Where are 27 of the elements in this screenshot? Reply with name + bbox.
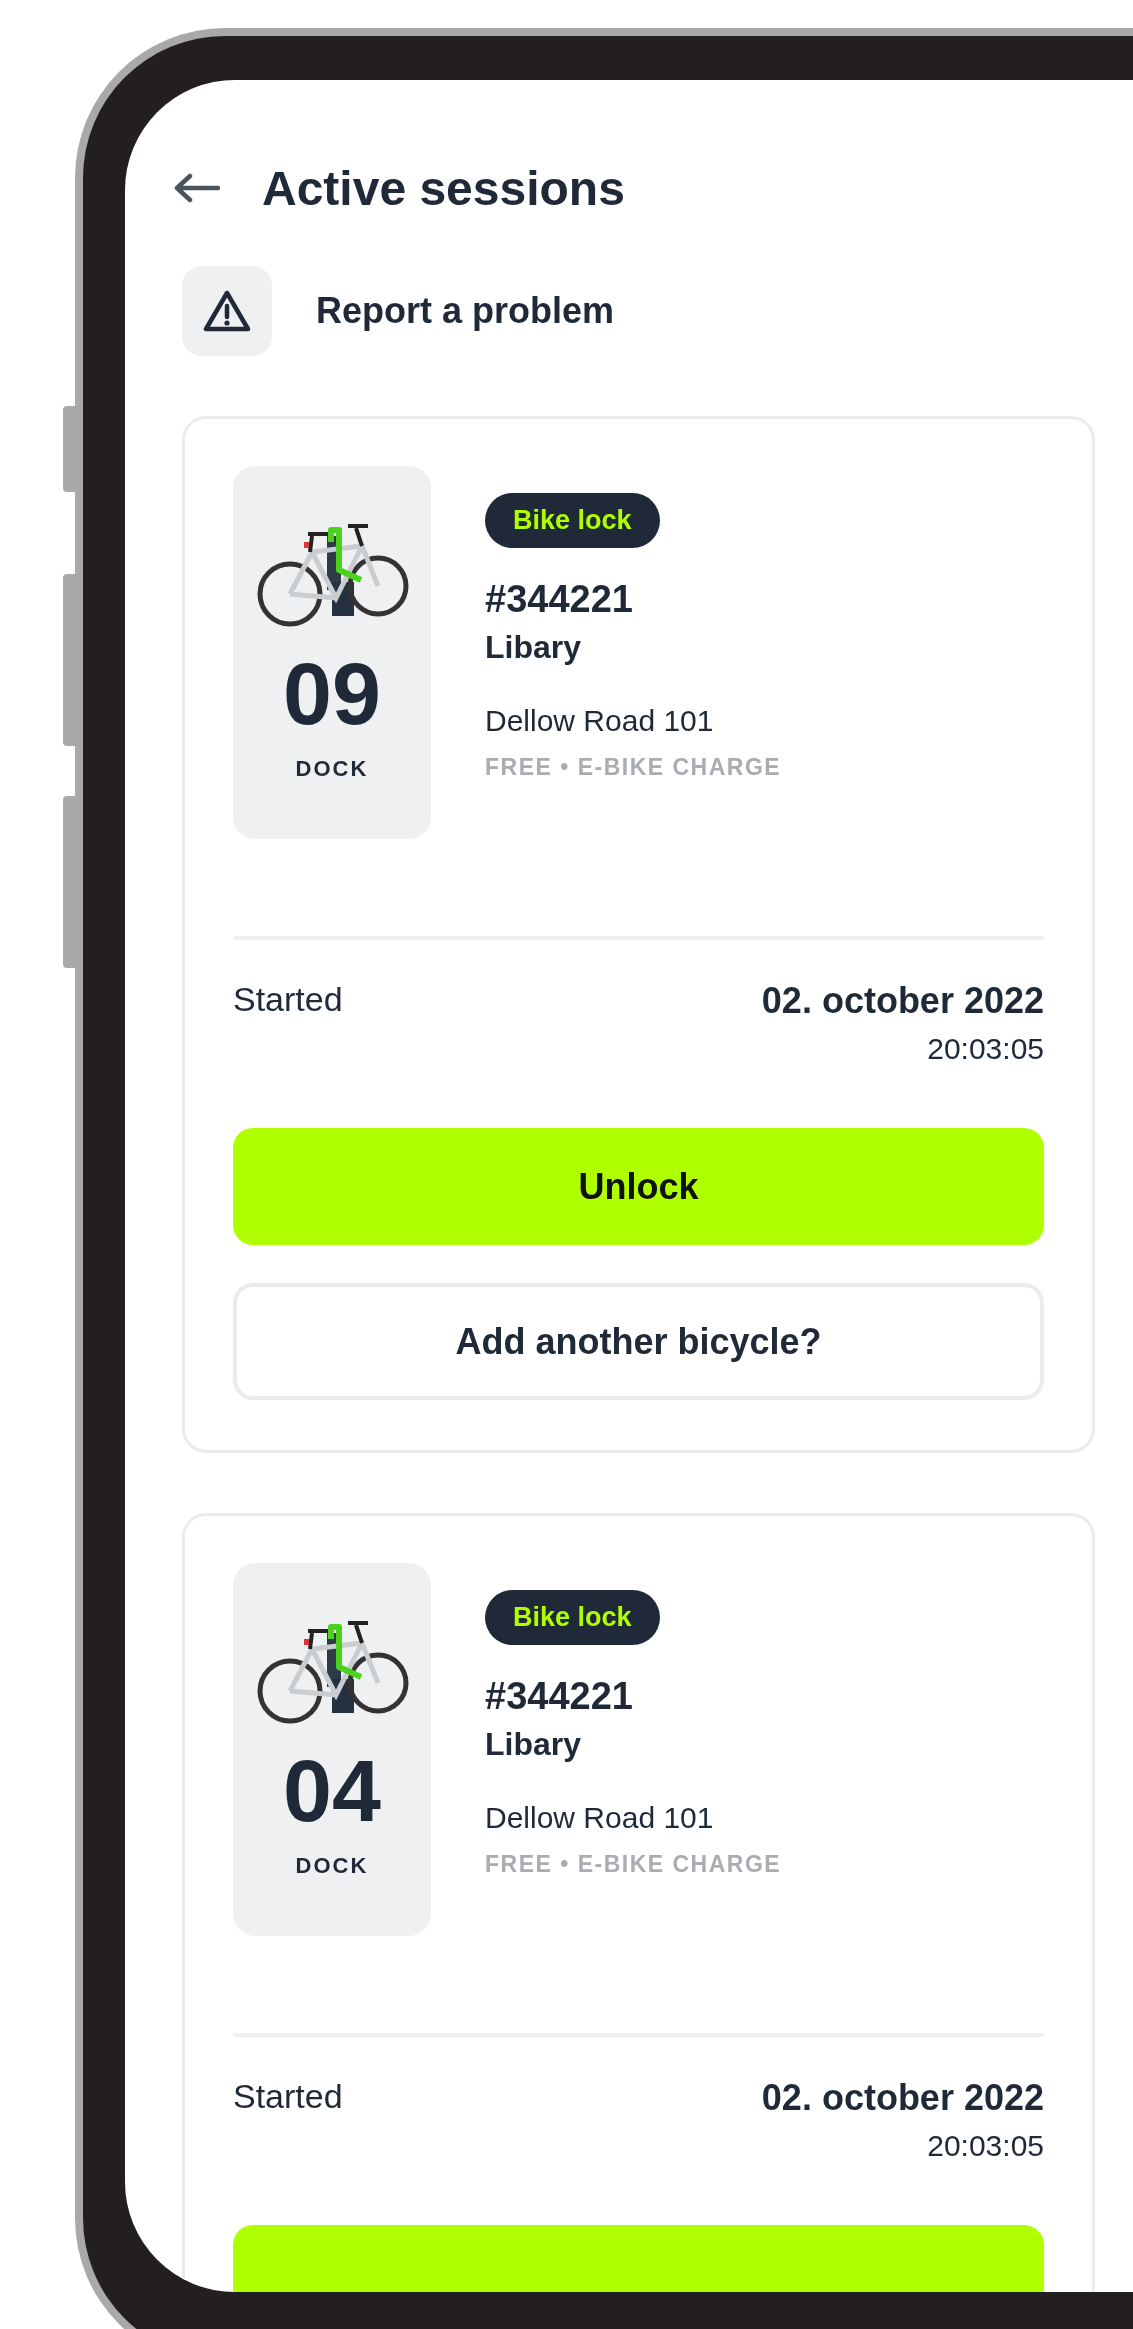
features-text: FREE • E-BIKE CHARGE	[485, 754, 782, 781]
location-name: Libary	[485, 629, 582, 666]
lock-type-badge: Bike lock	[485, 1590, 660, 1645]
dock-number: 04	[283, 1747, 381, 1835]
report-problem-link[interactable]: Report a problem	[316, 290, 615, 332]
lock-type-badge: Bike lock	[485, 493, 660, 548]
add-bicycle-button[interactable]: Add another bicycle?	[233, 1283, 1044, 1400]
address-text: Dellow Road 101	[485, 704, 714, 738]
start-time: 20:03:05	[926, 2129, 1044, 2163]
unlock-button[interactable]: Unlock	[233, 1128, 1044, 1245]
dock-label: DOCK	[295, 1853, 369, 1879]
dock-label: DOCK	[295, 756, 369, 782]
started-label: Started	[233, 980, 343, 1020]
session-id: #344221	[485, 1675, 633, 1718]
warning-icon	[203, 289, 251, 333]
start-date: 02. october 2022	[761, 980, 1044, 1022]
report-problem-button[interactable]	[182, 266, 272, 356]
address-text: Dellow Road 101	[485, 1801, 714, 1835]
features-text: FREE • E-BIKE CHARGE	[485, 1851, 782, 1878]
back-arrow-icon	[174, 173, 220, 203]
dock-number: 09	[283, 650, 381, 738]
start-time: 20:03:05	[926, 1032, 1044, 1066]
session-id: #344221	[485, 578, 633, 621]
start-date: 02. october 2022	[761, 2077, 1044, 2119]
started-label: Started	[233, 2077, 343, 2117]
location-name: Libary	[485, 1726, 582, 1763]
page-title: Active sessions	[262, 160, 625, 216]
